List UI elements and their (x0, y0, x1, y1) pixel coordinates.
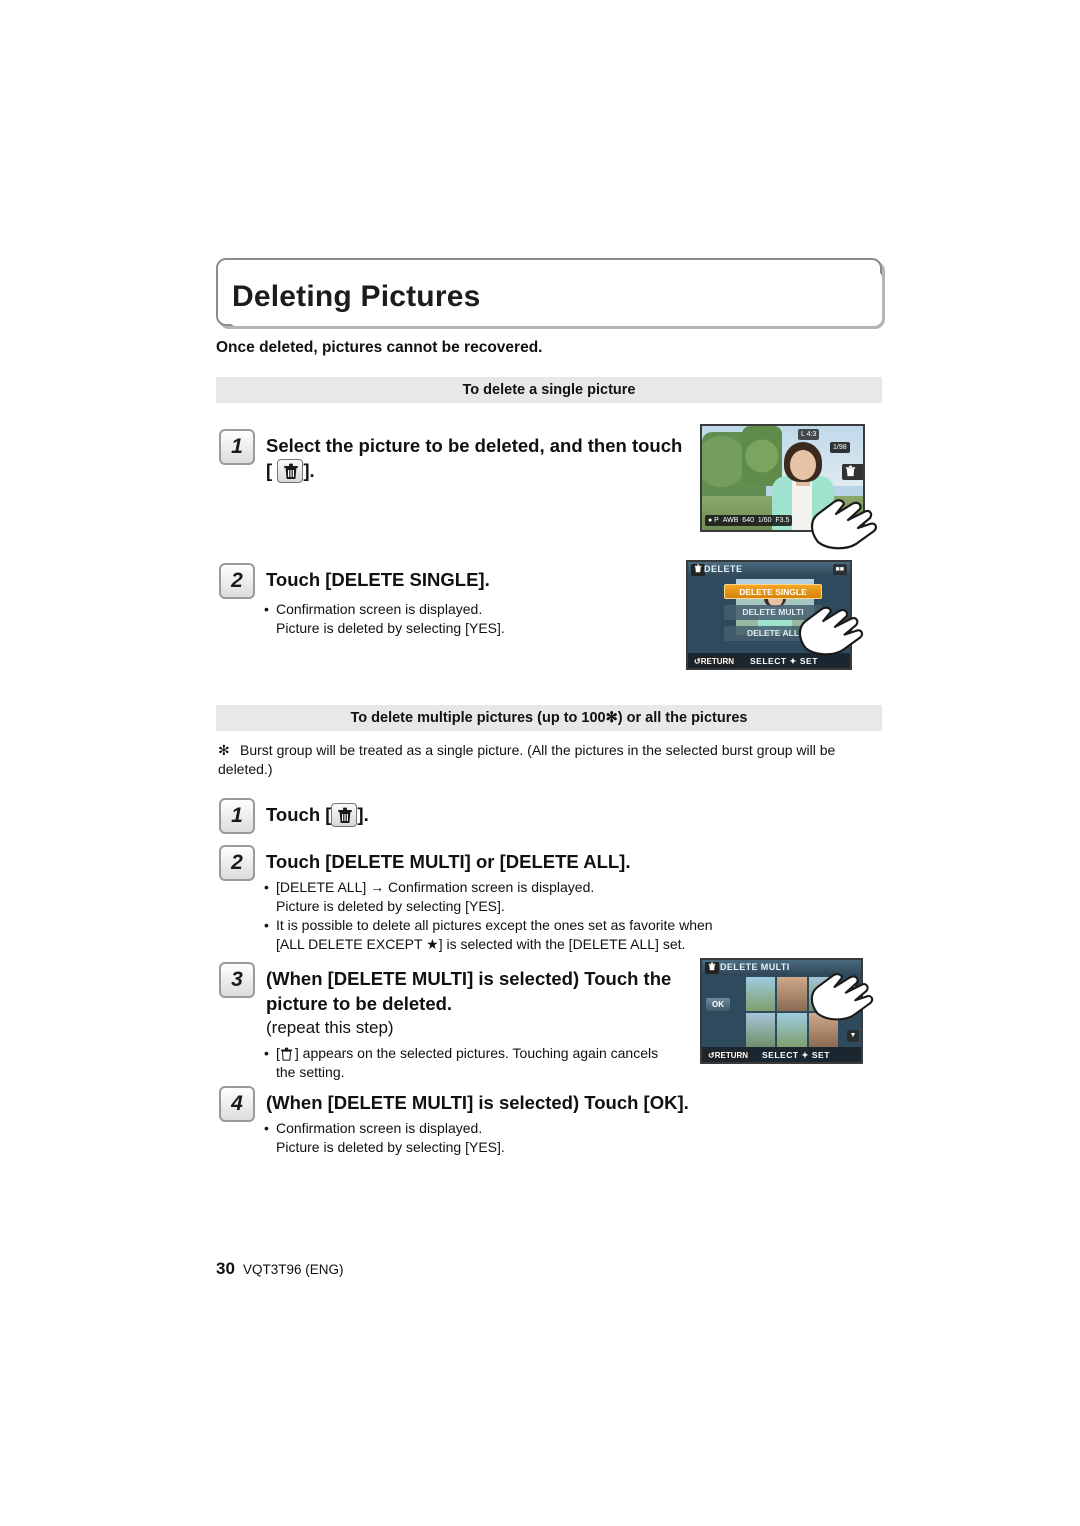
shot3-scroll-down[interactable]: ▼ (847, 1030, 859, 1042)
shot3-title: DELETE MULTI (720, 962, 790, 972)
step-3-line1: (When [DELETE MULTI] is selected) Touch … (266, 968, 672, 989)
shot1-counter: 1/98 (830, 442, 850, 453)
delete-menu-screenshot: DELETE ■■ DELETE SINGLE DELETE MULTI DEL… (686, 560, 852, 670)
step-3-text: (When [DELETE MULTI] is selected) Touch … (266, 966, 696, 1016)
step-2a-bullets: Confirmation screen is displayed. Pictur… (262, 600, 682, 638)
shot3-thumbnail[interactable] (808, 1013, 838, 1047)
step-3-line2: picture to be deleted. (266, 993, 453, 1014)
step-1b-text: Touch [ ]. (266, 802, 369, 827)
step-3-bullets: [] appears on the selected pictures. Tou… (262, 1044, 702, 1082)
lead-text: Once deleted, pictures cannot be recover… (216, 339, 543, 356)
section-heading-single: To delete a single picture (216, 377, 882, 403)
section-heading-multi: To delete multiple pictures (up to 100✻)… (216, 705, 882, 731)
shot2-select-set-hint: SELECT ✦ SET (750, 656, 818, 666)
bullet: Confirmation screen is displayed. (262, 600, 682, 619)
step-1b-suffix: ]. (357, 804, 369, 825)
shot3-thumbnail[interactable] (777, 977, 807, 1011)
step-1b-prefix: Touch [ (266, 804, 332, 825)
shot3-return-button[interactable]: ↺RETURN (705, 1051, 752, 1060)
step-number-1a: 1 (219, 429, 255, 465)
step-1a-bracket-open: [ (266, 460, 273, 481)
step-4-text: (When [DELETE MULTI] is selected) Touch … (266, 1092, 689, 1113)
bullet: It is possible to delete all pictures ex… (262, 916, 732, 935)
bullet: [] appears on the selected pictures. Tou… (262, 1044, 702, 1063)
playback-screenshot: L 4:3 1/98 ● P AWB 640 1/60 F3.5 (700, 424, 865, 532)
page-title: Deleting Pictures (232, 280, 481, 313)
section-heading-multi-label: To delete multiple pictures (up to 100✻)… (350, 710, 748, 726)
step-2b-bullets: [DELETE ALL] → Confirmation screen is di… (262, 878, 732, 954)
footnote-marker: ✻ (218, 742, 230, 758)
step-number-4: 4 (219, 1086, 255, 1122)
step-number-2a: 2 (219, 563, 255, 599)
step-4-bullets: Confirmation screen is displayed. Pictur… (262, 1119, 682, 1157)
document-code: VQT3T96 (ENG) (243, 1262, 344, 1277)
footnote-text: Burst group will be treated as a single … (218, 742, 836, 777)
shot2-trash-icon (691, 564, 705, 576)
shot3-scroll-up[interactable]: ▲ (847, 980, 859, 992)
step-1a-text: Select the picture to be deleted, and th… (266, 433, 696, 483)
shot2-item-delete-all[interactable]: DELETE ALL (724, 626, 822, 641)
shot2-item-delete-multi[interactable]: DELETE MULTI (724, 605, 822, 620)
shot1-mode-icons: ● P AWB 640 1/60 F3.5 (705, 515, 793, 526)
shot2-return-button[interactable]: ↺RETURN (691, 657, 738, 666)
shot3-select-set-hint: SELECT ✦ SET (762, 1050, 830, 1060)
shot3-thumbnail[interactable] (808, 977, 838, 1011)
bullet-continuation: Picture is deleted by selecting [YES]. (276, 1139, 505, 1155)
shot3-ok-button[interactable]: OK (706, 998, 730, 1011)
shot2-item-delete-single[interactable]: DELETE SINGLE (724, 584, 822, 599)
step-number-1b: 1 (219, 798, 255, 834)
shot2-title: DELETE (704, 564, 743, 574)
trash-icon (277, 459, 304, 483)
step-1a-bracket-close: ]. (303, 460, 315, 481)
bullet-continuation: the setting. (276, 1064, 345, 1080)
shot1-quality-badge: L 4:3 (798, 429, 820, 440)
step-3-repeat: (repeat this step) (266, 1018, 394, 1037)
shot3-thumbnail[interactable] (746, 977, 776, 1011)
footnote: ✻ Burst group will be treated as a singl… (218, 741, 882, 779)
delete-multi-screenshot: DELETE MULTI OK ▲ ▼ ↺RETURN SELECT ✦ SET (700, 958, 863, 1064)
shot3-thumbnail[interactable] (746, 1013, 776, 1047)
step-1a-line1: Select the picture to be deleted, and th… (266, 435, 683, 456)
bullet-continuation: [ALL DELETE EXCEPT ★] is selected with t… (276, 936, 686, 952)
step-2a-text: Touch [DELETE SINGLE]. (266, 569, 490, 590)
trash-icon-2 (331, 803, 358, 827)
section-heading-single-label: To delete a single picture (462, 382, 636, 398)
bullet: Confirmation screen is displayed. (262, 1119, 682, 1138)
bullet-continuation: Picture is deleted by selecting [YES]. (276, 898, 505, 914)
bullet-continuation: Picture is deleted by selecting [YES]. (276, 620, 505, 636)
trash-icon-small (280, 1047, 295, 1063)
document-page: Deleting Pictures Once deleted, pictures… (0, 0, 1080, 1526)
shot3-trash-icon (705, 962, 719, 974)
bullet: [DELETE ALL] → Confirmation screen is di… (262, 878, 732, 897)
shot3-thumbnail[interactable] (777, 1013, 807, 1047)
step-number-3: 3 (219, 962, 255, 998)
step-2b-text: Touch [DELETE MULTI] or [DELETE ALL]. (266, 851, 631, 872)
step-number-2b: 2 (219, 845, 255, 881)
shot3-thumbnail-grid[interactable] (746, 977, 838, 1047)
page-number: 30 (216, 1259, 235, 1278)
shot2-battery: ■■ (832, 564, 847, 575)
shot1-trash-button (842, 464, 863, 480)
